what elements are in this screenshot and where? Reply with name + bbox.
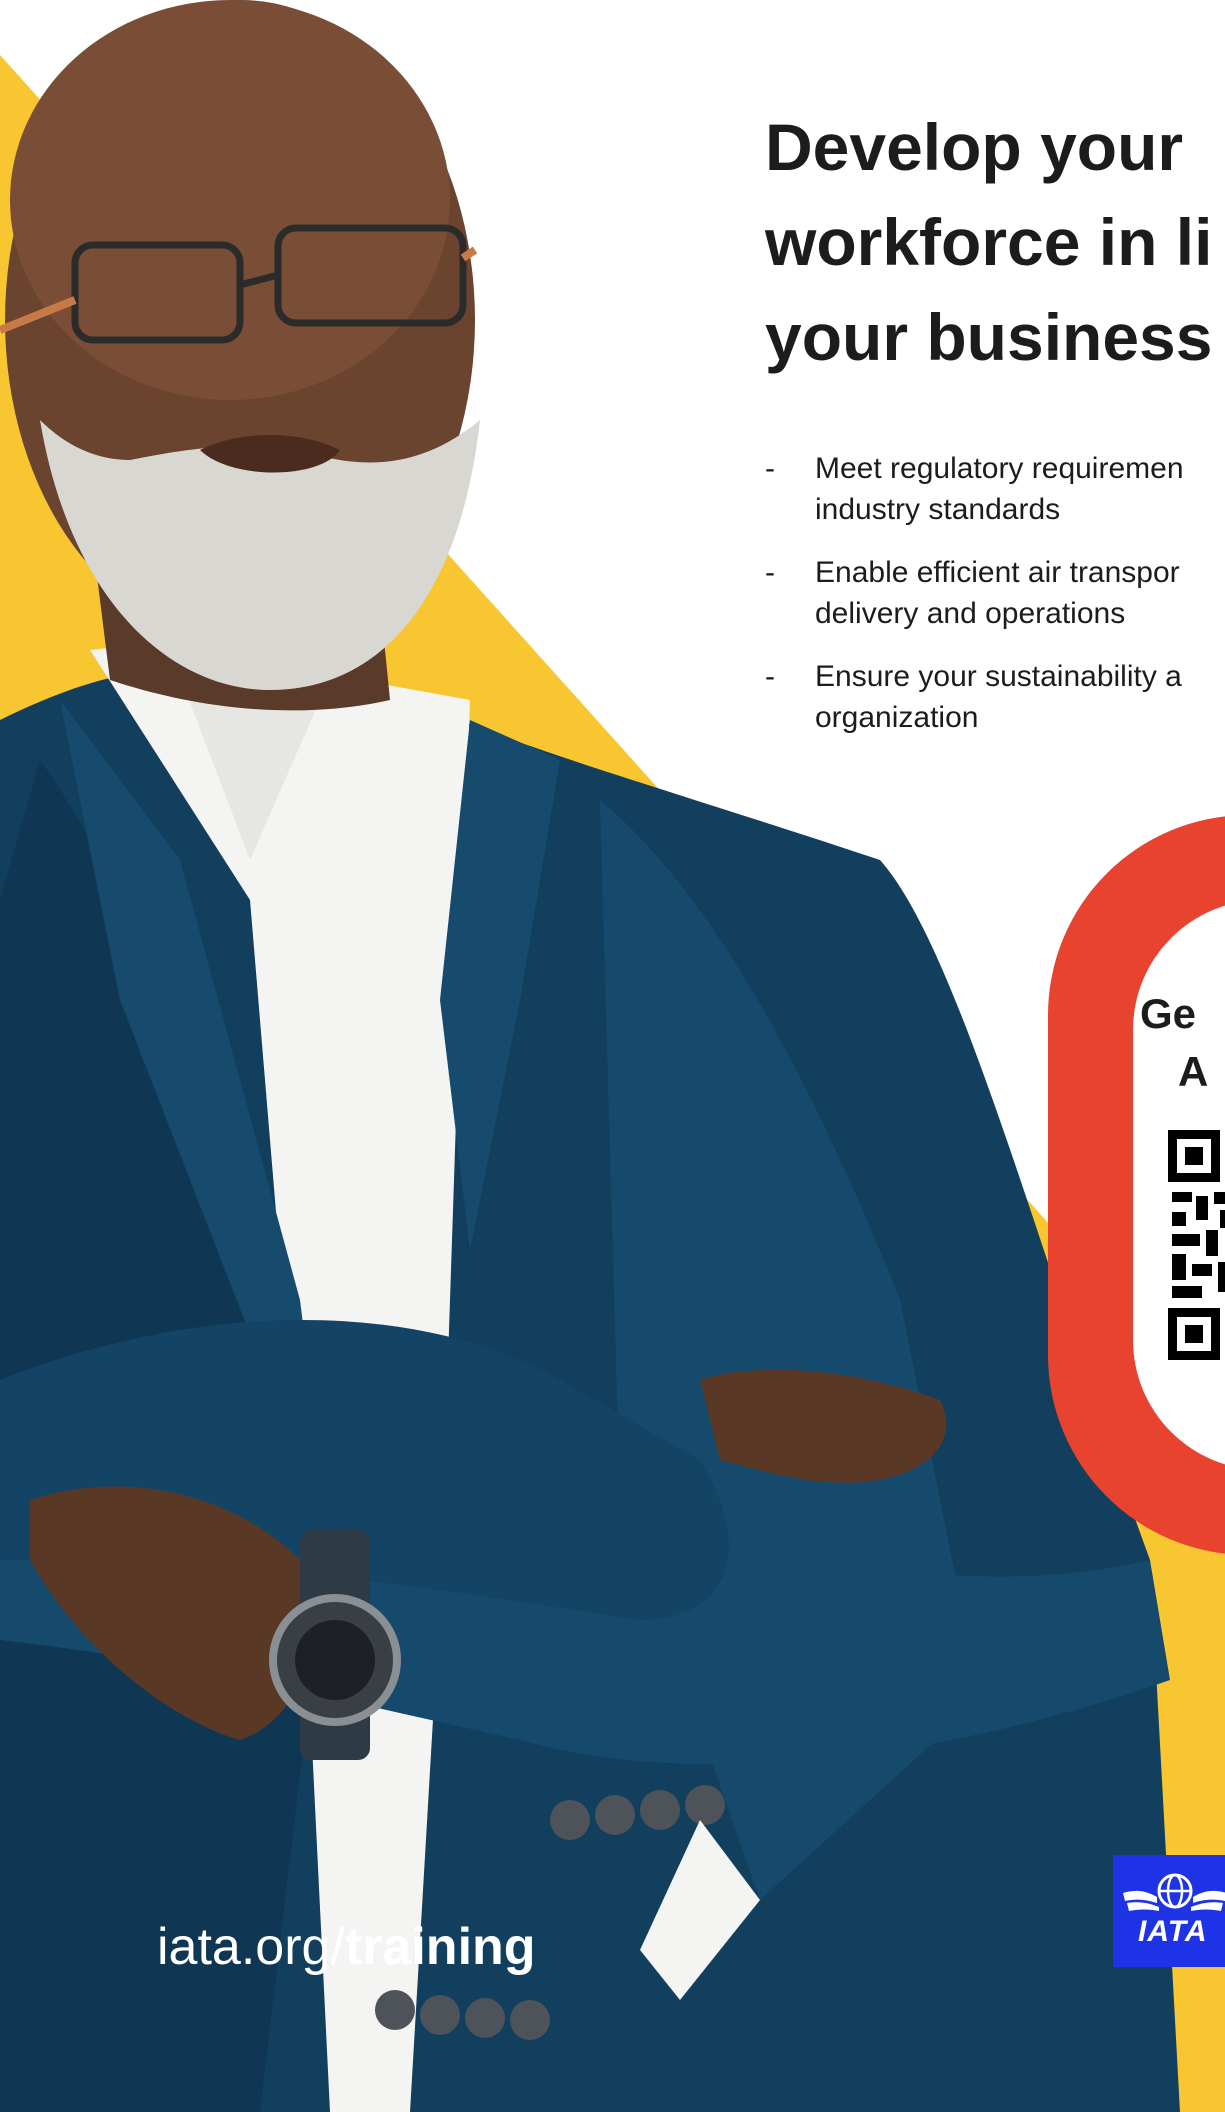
url-emphasis: training (344, 1918, 536, 1976)
bullet-text-line-2: delivery and operations (815, 597, 1126, 630)
iata-wordmark: IATA (1138, 1915, 1208, 1948)
iata-logo: IATA (1113, 1855, 1225, 1967)
bullet-text-line-2: organization (815, 701, 979, 734)
bullet-dash: - (765, 660, 775, 693)
footer-url[interactable]: iata.org/training (157, 1912, 536, 1982)
bullet-text-line-1: Enable efficient air transpor (815, 556, 1180, 589)
cta-text: Ge A (1140, 985, 1225, 1101)
list-item: - Meet regulatory requiremen industry st… (765, 448, 1225, 530)
bullet-dash: - (765, 452, 775, 485)
list-item: - Ensure your sustainability a organizat… (765, 656, 1225, 738)
iata-globe-wings-icon (1123, 1873, 1225, 1911)
headline-line-2: workforce in li (765, 205, 1213, 279)
cta-text-line-1: Ge (1140, 990, 1197, 1037)
bullet-text-line-2: industry standards (815, 493, 1061, 526)
bullet-text-line-1: Ensure your sustainability a (815, 660, 1182, 693)
qr-code-icon[interactable] (1168, 1130, 1225, 1360)
cta-text-line-2: A (1178, 1048, 1209, 1095)
benefit-list: - Meet regulatory requiremen industry st… (765, 448, 1225, 760)
bullet-text-line-1: Meet regulatory requiremen (815, 452, 1184, 485)
url-prefix: iata.org/ (157, 1918, 345, 1976)
list-item: - Enable efficient air transpor delivery… (765, 552, 1225, 634)
headline: Develop your workforce in li your busine… (765, 100, 1225, 385)
headline-line-1: Develop your (765, 110, 1184, 184)
bullet-dash: - (765, 556, 775, 589)
cta-badge[interactable]: Ge A (1048, 815, 1225, 1555)
poster: Develop your workforce in li your busine… (0, 0, 1225, 2112)
headline-line-3: your business (765, 300, 1213, 374)
